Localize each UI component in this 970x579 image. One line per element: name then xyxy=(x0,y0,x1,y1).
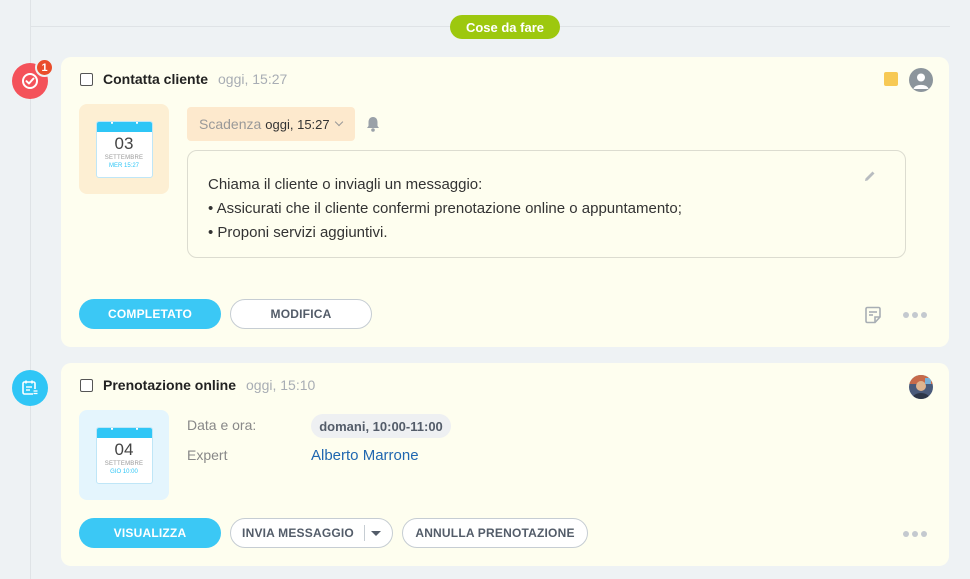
todo-title[interactable]: Contatta cliente xyxy=(103,71,208,87)
complete-button[interactable]: COMPLETATO xyxy=(79,299,221,329)
bell-icon[interactable] xyxy=(365,115,381,138)
deadline-value: oggi, 15:27 xyxy=(265,116,330,132)
todo-calendar-tile: 03 SETTEMBRE MER 15:27 xyxy=(79,104,169,194)
date-value: domani, 10:00-11:00 xyxy=(311,414,451,438)
more-dots-icon[interactable] xyxy=(903,312,927,318)
calendar-weekday-time: MER 15:27 xyxy=(108,162,139,169)
booking-time: oggi, 15:10 xyxy=(246,377,316,393)
send-message-split-button: INVIA MESSAGGIO xyxy=(230,518,393,548)
color-tag[interactable] xyxy=(884,72,898,86)
todo-title-row: Contatta cliente oggi, 15:27 xyxy=(80,71,287,87)
todo-time: oggi, 15:27 xyxy=(218,71,288,87)
booking-card: Prenotazione online oggi, 15:10 04 SETTE… xyxy=(61,363,949,566)
section-label-todo: Cose da fare xyxy=(450,15,560,39)
chevron-down-icon xyxy=(334,117,343,127)
booking-checkbox[interactable] xyxy=(80,378,93,392)
calendar-icon: 03 SETTEMBRE MER 15:27 xyxy=(95,120,153,178)
booking-title[interactable]: Prenotazione online xyxy=(103,377,236,393)
booking-title-row: Prenotazione online oggi, 15:10 xyxy=(80,377,315,393)
notification-badge: 1 xyxy=(35,58,54,77)
deadline-selector[interactable]: Scadenza oggi, 15:27 xyxy=(187,107,355,141)
cancel-booking-button[interactable]: ANNULLA PRENOTAZIONE xyxy=(402,518,588,548)
expert-link[interactable]: Alberto Marrone xyxy=(311,447,419,464)
todo-description[interactable]: Chiama il cliente o inviagli un messaggi… xyxy=(187,150,906,258)
calendar-weekday-time: GIO 10:00 xyxy=(110,468,138,475)
calendar-month: SETTEMBRE xyxy=(104,460,144,467)
send-message-button[interactable]: INVIA MESSAGGIO xyxy=(242,526,354,540)
more-dots-icon[interactable] xyxy=(903,531,927,537)
calendar-day: 04 xyxy=(114,439,134,459)
calendar-list-icon xyxy=(12,370,48,406)
pencil-icon[interactable] xyxy=(863,167,877,191)
avatar[interactable] xyxy=(909,375,933,399)
description-line: Chiama il cliente o inviagli un messaggi… xyxy=(208,176,483,193)
booking-calendar-tile: 04 SETTEMBRE GIO 10:00 xyxy=(79,410,169,500)
edit-button[interactable]: MODIFICA xyxy=(230,299,372,329)
calendar-month: SETTEMBRE xyxy=(104,154,144,161)
description-line: • Assicurati che il cliente confermi pre… xyxy=(208,200,682,217)
chevron-down-icon[interactable] xyxy=(370,530,381,536)
calendar-icon: 04 SETTEMBRE GIO 10:00 xyxy=(95,426,153,484)
view-button[interactable]: VISUALIZZA xyxy=(79,518,221,548)
user-icon[interactable] xyxy=(909,68,933,92)
todo-card: Contatta cliente oggi, 15:27 03 SETTEMBR… xyxy=(61,57,949,347)
description-line: • Proponi servizi aggiuntivi. xyxy=(208,224,388,241)
deadline-label: Scadenza xyxy=(199,116,262,132)
expert-label: Expert xyxy=(187,447,228,463)
calendar-day: 03 xyxy=(114,133,134,153)
date-label: Data e ora: xyxy=(187,417,257,433)
todo-checkbox[interactable] xyxy=(80,72,93,86)
split-divider xyxy=(363,525,365,541)
note-icon[interactable] xyxy=(863,305,883,330)
